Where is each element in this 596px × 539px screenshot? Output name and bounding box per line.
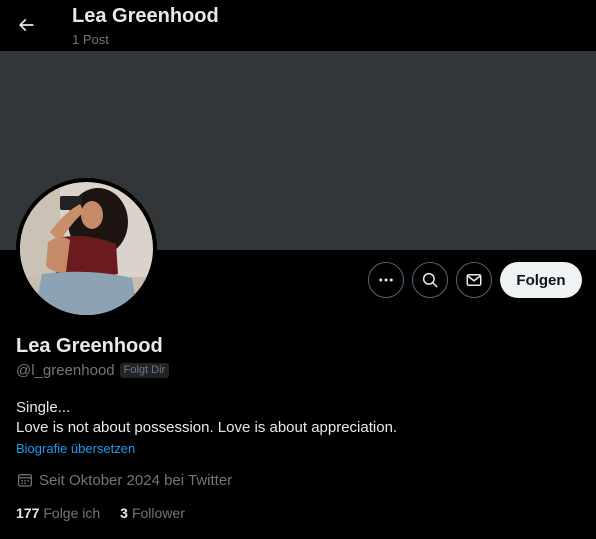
more-icon: [379, 278, 393, 282]
translate-bio-link[interactable]: Biografie übersetzen: [16, 441, 135, 456]
joined-date: Seit Oktober 2024 bei Twitter: [16, 471, 232, 489]
following-count: 177: [16, 505, 40, 521]
followers-link[interactable]: 3 Follower: [120, 505, 185, 521]
mail-icon: [466, 274, 482, 286]
search-icon: [422, 272, 438, 288]
message-button[interactable]: [456, 262, 492, 298]
follow-stats: 177 Folge ich 3 Follower: [16, 505, 185, 521]
more-button[interactable]: [368, 262, 404, 298]
bio-line: Love is not about possession. Love is ab…: [16, 419, 398, 436]
profile-page: Lea Greenhood 1 Post Folgen Lea Greenhoo…: [0, 0, 596, 539]
calendar-icon: [18, 474, 32, 487]
profile-bio: Single... Love is not about possession. …: [16, 398, 397, 438]
following-label: Folge ich: [43, 505, 101, 521]
followers-label: Follower: [131, 505, 185, 521]
back-button[interactable]: [8, 7, 44, 43]
search-button[interactable]: [412, 262, 448, 298]
following-link[interactable]: 177 Folge ich: [16, 505, 100, 521]
bio-line: Single...: [16, 399, 71, 416]
follow-button[interactable]: Folgen: [500, 262, 582, 298]
joined-text: Seit Oktober 2024 bei Twitter: [39, 471, 233, 489]
post-count: 1 Post: [72, 32, 109, 47]
back-arrow-icon: [18, 18, 34, 32]
profile-name: Lea Greenhood: [16, 335, 163, 357]
avatar-photo: [20, 182, 153, 315]
profile-handle: @l_greenhood: [16, 362, 115, 379]
avatar[interactable]: [16, 178, 157, 319]
handle-row: @l_greenhood Folgt Dir: [16, 362, 170, 379]
header-title: Lea Greenhood: [72, 5, 219, 27]
top-header: Lea Greenhood 1 Post: [0, 0, 596, 51]
followers-count: 3: [120, 505, 128, 521]
follows-you-badge: Folgt Dir: [119, 363, 170, 378]
